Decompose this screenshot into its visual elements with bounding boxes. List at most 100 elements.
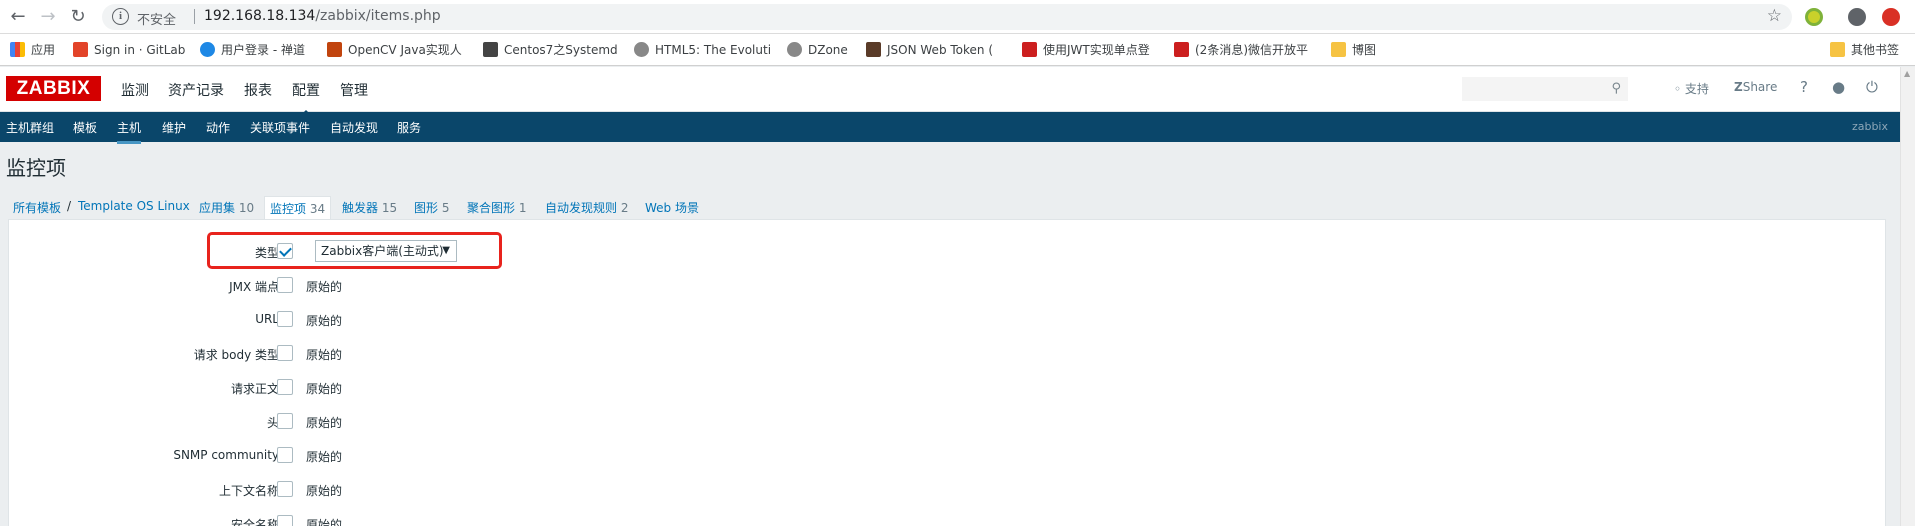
tab-graphs[interactable]: 图形 5 bbox=[414, 199, 449, 216]
help-icon[interactable]: ? bbox=[1800, 78, 1808, 96]
original-value: 原始的 bbox=[306, 314, 343, 328]
dzone-icon bbox=[787, 42, 802, 57]
bookmark-zentao[interactable]: 用户登录 - 禅道 bbox=[200, 41, 305, 59]
checkbox-security-name[interactable] bbox=[277, 515, 293, 526]
insecure-label: 不安全 bbox=[137, 13, 177, 28]
label-request-body-type: 请求 body 类型 bbox=[193, 348, 279, 362]
label-jmx-endpoint: JMX 端点 bbox=[229, 280, 279, 294]
sub-navigation: 主机群组 模板 主机 维护 动作 关联项事件 自动发现 服务 zabbix bbox=[0, 112, 1900, 144]
zabbix-logo[interactable]: ZABBIX bbox=[6, 76, 101, 101]
zentao-icon bbox=[200, 42, 215, 57]
extension-icon[interactable] bbox=[1805, 8, 1823, 26]
csdn-icon bbox=[1022, 42, 1037, 57]
share-link[interactable]: ZShare bbox=[1734, 80, 1777, 94]
bookmark-other[interactable]: 其他书签 bbox=[1830, 41, 1899, 59]
bookmark-star-icon[interactable]: ☆ bbox=[1767, 6, 1782, 26]
profile-icon[interactable] bbox=[1848, 8, 1866, 26]
bookmark-centos[interactable]: Centos7之Systemd bbox=[483, 41, 618, 59]
support-link[interactable]: ◦ 支持 bbox=[1674, 80, 1709, 97]
checkbox-url[interactable] bbox=[277, 311, 293, 327]
bookmark-wechat[interactable]: (2条消息)微信开放平 bbox=[1174, 41, 1308, 59]
forward-arrow-icon[interactable]: → bbox=[36, 5, 60, 29]
menu-administration[interactable]: 管理 bbox=[340, 80, 368, 100]
original-value: 原始的 bbox=[306, 450, 343, 464]
checkbox-request-body-type[interactable] bbox=[277, 345, 293, 361]
subnav-templates[interactable]: 模板 bbox=[73, 119, 97, 136]
info-icon[interactable]: i bbox=[112, 8, 129, 25]
update-icon[interactable] bbox=[1882, 8, 1900, 26]
divider bbox=[194, 9, 195, 24]
page-title: 监控项 bbox=[6, 156, 66, 180]
bookmark-opencv[interactable]: OpenCV Java实现人 bbox=[327, 41, 462, 59]
subnav-discovery[interactable]: 自动发现 bbox=[330, 119, 378, 136]
bookmark-dzone[interactable]: DZone bbox=[787, 41, 848, 59]
tab-items[interactable]: 监控项 34 bbox=[264, 196, 332, 220]
apps-grid-icon bbox=[10, 42, 25, 57]
html5-icon bbox=[634, 42, 649, 57]
user-profile-icon[interactable]: ● bbox=[1832, 78, 1845, 96]
menu-reports[interactable]: 报表 bbox=[244, 80, 272, 100]
search-input[interactable]: ⚲ bbox=[1462, 77, 1628, 101]
subnav-actions[interactable]: 动作 bbox=[206, 119, 230, 136]
centos-icon bbox=[483, 42, 498, 57]
opencv-icon bbox=[327, 42, 342, 57]
bookmark-jwt[interactable]: JSON Web Token ( bbox=[866, 41, 993, 59]
folder-icon bbox=[1331, 42, 1346, 57]
original-value: 原始的 bbox=[306, 484, 343, 498]
tab-applications[interactable]: 应用集 10 bbox=[199, 199, 254, 216]
menu-inventory[interactable]: 资产记录 bbox=[168, 80, 224, 100]
label-headers: 头 bbox=[266, 416, 279, 430]
label-context-name: 上下文名称 bbox=[218, 484, 279, 498]
address-bar[interactable]: i 不安全 192.168.18.134/zabbix/items.php ☆ bbox=[102, 4, 1792, 30]
menu-configuration[interactable]: 配置 bbox=[292, 80, 320, 116]
subnav-event-correlation[interactable]: 关联项事件 bbox=[250, 119, 310, 136]
checkbox-snmp-community[interactable] bbox=[277, 447, 293, 463]
original-value: 原始的 bbox=[306, 416, 343, 430]
bookmark-botu[interactable]: 博图 bbox=[1331, 41, 1376, 59]
checkbox-jmx-endpoint[interactable] bbox=[277, 277, 293, 293]
tab-triggers[interactable]: 触发器 15 bbox=[342, 199, 397, 216]
folder-icon bbox=[1830, 42, 1845, 57]
checkbox-request-body[interactable] bbox=[277, 379, 293, 395]
back-arrow-icon[interactable]: ← bbox=[6, 5, 30, 29]
label-security-name: 安全名称 bbox=[230, 518, 279, 526]
url-text[interactable]: 192.168.18.134/zabbix/items.php bbox=[204, 8, 441, 24]
logout-icon[interactable]: ⏻ bbox=[1866, 78, 1878, 96]
tab-web-scenarios[interactable]: Web 场景 bbox=[645, 199, 699, 216]
bookmarks-bar: 应用 Sign in · GitLab 用户登录 - 禅道 OpenCV Jav… bbox=[0, 34, 1915, 66]
label-snmp-community: SNMP community bbox=[173, 448, 279, 462]
jwt-icon bbox=[866, 42, 881, 57]
label-request-body: 请求正文 bbox=[230, 382, 279, 396]
csdn-icon bbox=[1174, 42, 1189, 57]
breadcrumb-template[interactable]: Template OS Linux bbox=[78, 199, 190, 213]
bookmark-jwt-sso[interactable]: 使用JWT实现单点登 bbox=[1022, 41, 1150, 59]
subnav-host-groups[interactable]: 主机群组 bbox=[6, 119, 54, 136]
original-value: 原始的 bbox=[306, 280, 343, 294]
highlight-box bbox=[207, 232, 502, 269]
original-value: 原始的 bbox=[306, 382, 343, 396]
search-icon[interactable]: ⚲ bbox=[1611, 81, 1621, 96]
original-value: 原始的 bbox=[306, 348, 343, 362]
original-value: 原始的 bbox=[306, 518, 343, 526]
tab-discovery-rules[interactable]: 自动发现规则 2 bbox=[545, 199, 628, 216]
reload-icon[interactable]: ↻ bbox=[66, 5, 90, 29]
subnav-maintenance[interactable]: 维护 bbox=[162, 119, 186, 136]
subnav-hosts[interactable]: 主机 bbox=[117, 119, 142, 144]
breadcrumb: 所有模板 / Template OS Linux 应用集 10 监控项 34 触… bbox=[0, 195, 1900, 220]
bookmark-apps[interactable]: 应用 bbox=[10, 41, 55, 59]
zabbix-header: ZABBIX 监测 资产记录 报表 配置 管理 ⚲ ◦ 支持 ZShare ? … bbox=[0, 67, 1900, 116]
bookmark-gitlab[interactable]: Sign in · GitLab bbox=[73, 41, 185, 59]
browser-toolbar: ← → ↻ i 不安全 192.168.18.134/zabbix/items.… bbox=[0, 0, 1915, 34]
breadcrumb-all-templates[interactable]: 所有模板 bbox=[13, 199, 61, 216]
tab-screens[interactable]: 聚合图形 1 bbox=[467, 199, 526, 216]
scrollbar[interactable]: ▲ bbox=[1900, 67, 1915, 526]
subnav-services[interactable]: 服务 bbox=[397, 119, 421, 136]
breadcrumb-separator: / bbox=[67, 199, 72, 213]
bookmark-html5[interactable]: HTML5: The Evoluti bbox=[634, 41, 771, 59]
username-label: zabbix bbox=[1851, 120, 1888, 133]
scroll-up-icon[interactable]: ▲ bbox=[1904, 69, 1910, 78]
label-url: URL bbox=[255, 312, 279, 326]
checkbox-headers[interactable] bbox=[277, 413, 293, 429]
menu-monitoring[interactable]: 监测 bbox=[121, 80, 149, 100]
checkbox-context-name[interactable] bbox=[277, 481, 293, 497]
